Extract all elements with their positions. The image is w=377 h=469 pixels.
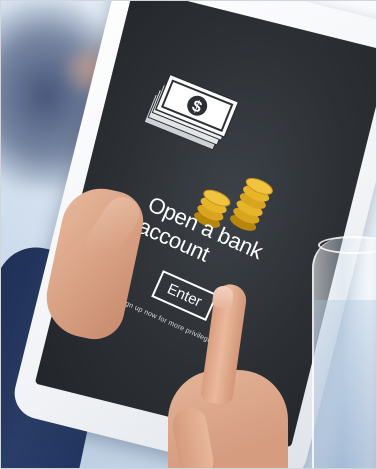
coin-stack-right [230,177,273,231]
photo-scene: $ Open a bank account Enter sign up now … [0,0,377,469]
dollar-bill-stack-icon: $ [143,73,240,151]
enter-button[interactable]: Enter [151,270,218,321]
glass-water [314,300,377,469]
